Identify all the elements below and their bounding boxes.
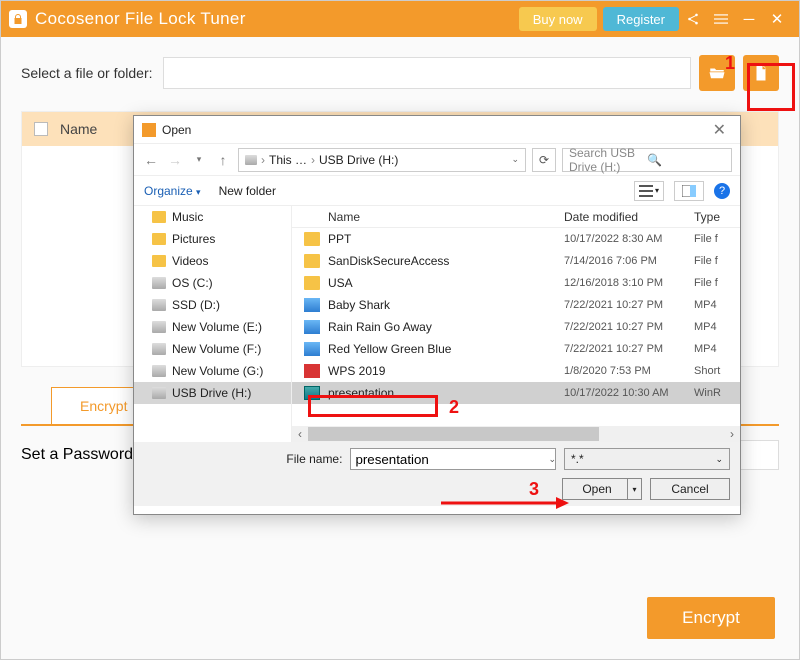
- organize-menu[interactable]: Organize ▾: [144, 184, 201, 198]
- file-row[interactable]: Rain Rain Go Away7/22/2021 10:27 PMMP4: [292, 316, 740, 338]
- register-button[interactable]: Register: [603, 7, 679, 31]
- select-label: Select a file or folder:: [21, 65, 153, 81]
- column-header-row: Name Date modified Type: [292, 206, 740, 228]
- file-row[interactable]: WPS 20191/8/2020 7:53 PMShort: [292, 360, 740, 382]
- scroll-left-icon[interactable]: ‹: [292, 427, 308, 441]
- horizontal-scrollbar[interactable]: ‹ ›: [292, 426, 740, 442]
- nav-recent-icon[interactable]: ▾: [190, 154, 208, 165]
- filename-label: File name:: [206, 452, 342, 466]
- app-title: Cocosenor File Lock Tuner: [35, 9, 246, 29]
- dialog-toolbar: Organize ▾ New folder ▾ ?: [134, 176, 740, 206]
- file-rows[interactable]: PPT10/17/2022 8:30 AMFile fSanDiskSecure…: [292, 228, 740, 426]
- col-date[interactable]: Date modified: [564, 210, 694, 224]
- file-row[interactable]: Baby Shark7/22/2021 10:27 PMMP4: [292, 294, 740, 316]
- file-row[interactable]: USA12/16/2018 3:10 PMFile f: [292, 272, 740, 294]
- help-icon[interactable]: ?: [714, 183, 730, 199]
- file-row[interactable]: PPT10/17/2022 8:30 AMFile f: [292, 228, 740, 250]
- tree-item[interactable]: USB Drive (H:): [134, 382, 291, 404]
- folder-icon: [304, 276, 320, 290]
- drive-icon: [152, 277, 166, 289]
- share-icon[interactable]: [679, 1, 707, 37]
- tree-item[interactable]: OS (C:): [134, 272, 291, 294]
- cancel-button[interactable]: Cancel: [650, 478, 730, 500]
- drive-icon: [152, 365, 166, 377]
- buy-now-button[interactable]: Buy now: [519, 7, 597, 31]
- wps-icon: [304, 364, 320, 378]
- tree-item[interactable]: Videos: [134, 250, 291, 272]
- open-dialog: Open ✕ ← → ▾ ↑ › This … › USB Drive (H:)…: [133, 115, 741, 515]
- drive-icon: [152, 343, 166, 355]
- path-input[interactable]: [163, 57, 691, 89]
- col-type[interactable]: Type: [694, 210, 740, 224]
- tree-item[interactable]: SSD (D:): [134, 294, 291, 316]
- drive-icon: [245, 155, 257, 165]
- tree-item[interactable]: Music: [134, 206, 291, 228]
- view-mode-button[interactable]: ▾: [634, 181, 664, 201]
- tree-item[interactable]: New Volume (F:): [134, 338, 291, 360]
- dialog-footer: File name: ⌄ *.* ⌄ Open ▾ Cancel: [134, 442, 740, 506]
- drive-icon: [152, 299, 166, 311]
- dialog-close-icon[interactable]: ✕: [707, 120, 732, 140]
- tree-item[interactable]: Pictures: [134, 228, 291, 250]
- browse-file-button[interactable]: [743, 55, 779, 91]
- rar-icon: [304, 386, 320, 400]
- dialog-title: Open: [162, 123, 191, 137]
- filename-input[interactable]: [350, 448, 556, 470]
- scroll-thumb[interactable]: [308, 427, 599, 441]
- chevron-down-icon[interactable]: ⌄: [511, 154, 519, 165]
- refresh-button[interactable]: ⟳: [532, 148, 556, 172]
- new-folder-button[interactable]: New folder: [219, 184, 276, 198]
- nav-back-icon[interactable]: ←: [142, 152, 160, 168]
- scroll-right-icon[interactable]: ›: [724, 427, 740, 441]
- app-logo-icon: [9, 10, 27, 28]
- file-row[interactable]: Red Yellow Green Blue7/22/2021 10:27 PMM…: [292, 338, 740, 360]
- file-pane: Name Date modified Type PPT10/17/2022 8:…: [292, 206, 740, 442]
- nav-forward-icon[interactable]: →: [166, 152, 184, 168]
- browse-folder-button[interactable]: [699, 55, 735, 91]
- folder-icon: [304, 254, 320, 268]
- preview-pane-button[interactable]: [674, 181, 704, 201]
- password-label: Set a Password:: [21, 446, 138, 464]
- encrypt-button[interactable]: Encrypt: [647, 597, 775, 639]
- search-icon: 🔍: [647, 153, 725, 167]
- drive-icon: [152, 387, 166, 399]
- select-row: Select a file or folder:: [1, 37, 799, 91]
- filename-dropdown-icon[interactable]: ⌄: [548, 454, 556, 465]
- open-split-icon[interactable]: ▾: [627, 479, 641, 499]
- menu-icon[interactable]: [707, 1, 735, 37]
- mp4-icon: [304, 320, 320, 334]
- folder-icon: [304, 232, 320, 246]
- open-button[interactable]: Open ▾: [562, 478, 642, 500]
- title-bar: Cocosenor File Lock Tuner Buy now Regist…: [1, 1, 799, 37]
- file-row[interactable]: presentation10/17/2022 10:30 AMWinR: [292, 382, 740, 404]
- dialog-nav: ← → ▾ ↑ › This … › USB Drive (H:) ⌄ ⟳ Se…: [134, 144, 740, 176]
- folder-open-icon: [708, 64, 726, 82]
- breadcrumb-leaf: USB Drive (H:): [319, 153, 398, 167]
- folder-tree[interactable]: MusicPicturesVideosOS (C:)SSD (D:)New Vo…: [134, 206, 292, 442]
- videos-icon: [152, 255, 166, 267]
- file-icon: [752, 64, 770, 82]
- close-icon[interactable]: ✕: [763, 1, 791, 37]
- mp4-icon: [304, 342, 320, 356]
- search-placeholder: Search USB Drive (H:): [569, 146, 647, 174]
- mp4-icon: [304, 298, 320, 312]
- music-icon: [152, 211, 166, 223]
- tree-item[interactable]: New Volume (E:): [134, 316, 291, 338]
- dialog-titlebar: Open ✕: [134, 116, 740, 144]
- pictures-icon: [152, 233, 166, 245]
- drive-icon: [152, 321, 166, 333]
- breadcrumb-root: This …: [269, 153, 307, 167]
- nav-up-icon[interactable]: ↑: [214, 152, 232, 168]
- select-all-checkbox[interactable]: [34, 122, 48, 136]
- tree-item[interactable]: New Volume (G:): [134, 360, 291, 382]
- minimize-icon[interactable]: ─: [735, 1, 763, 37]
- breadcrumb[interactable]: › This … › USB Drive (H:) ⌄: [238, 148, 526, 172]
- file-row[interactable]: SanDiskSecureAccess7/14/2016 7:06 PMFile…: [292, 250, 740, 272]
- dialog-folder-icon: [142, 123, 156, 137]
- name-column-header: Name: [60, 121, 97, 137]
- file-filter-select[interactable]: *.* ⌄: [564, 448, 730, 470]
- col-name[interactable]: Name: [328, 210, 564, 224]
- search-input[interactable]: Search USB Drive (H:) 🔍: [562, 148, 732, 172]
